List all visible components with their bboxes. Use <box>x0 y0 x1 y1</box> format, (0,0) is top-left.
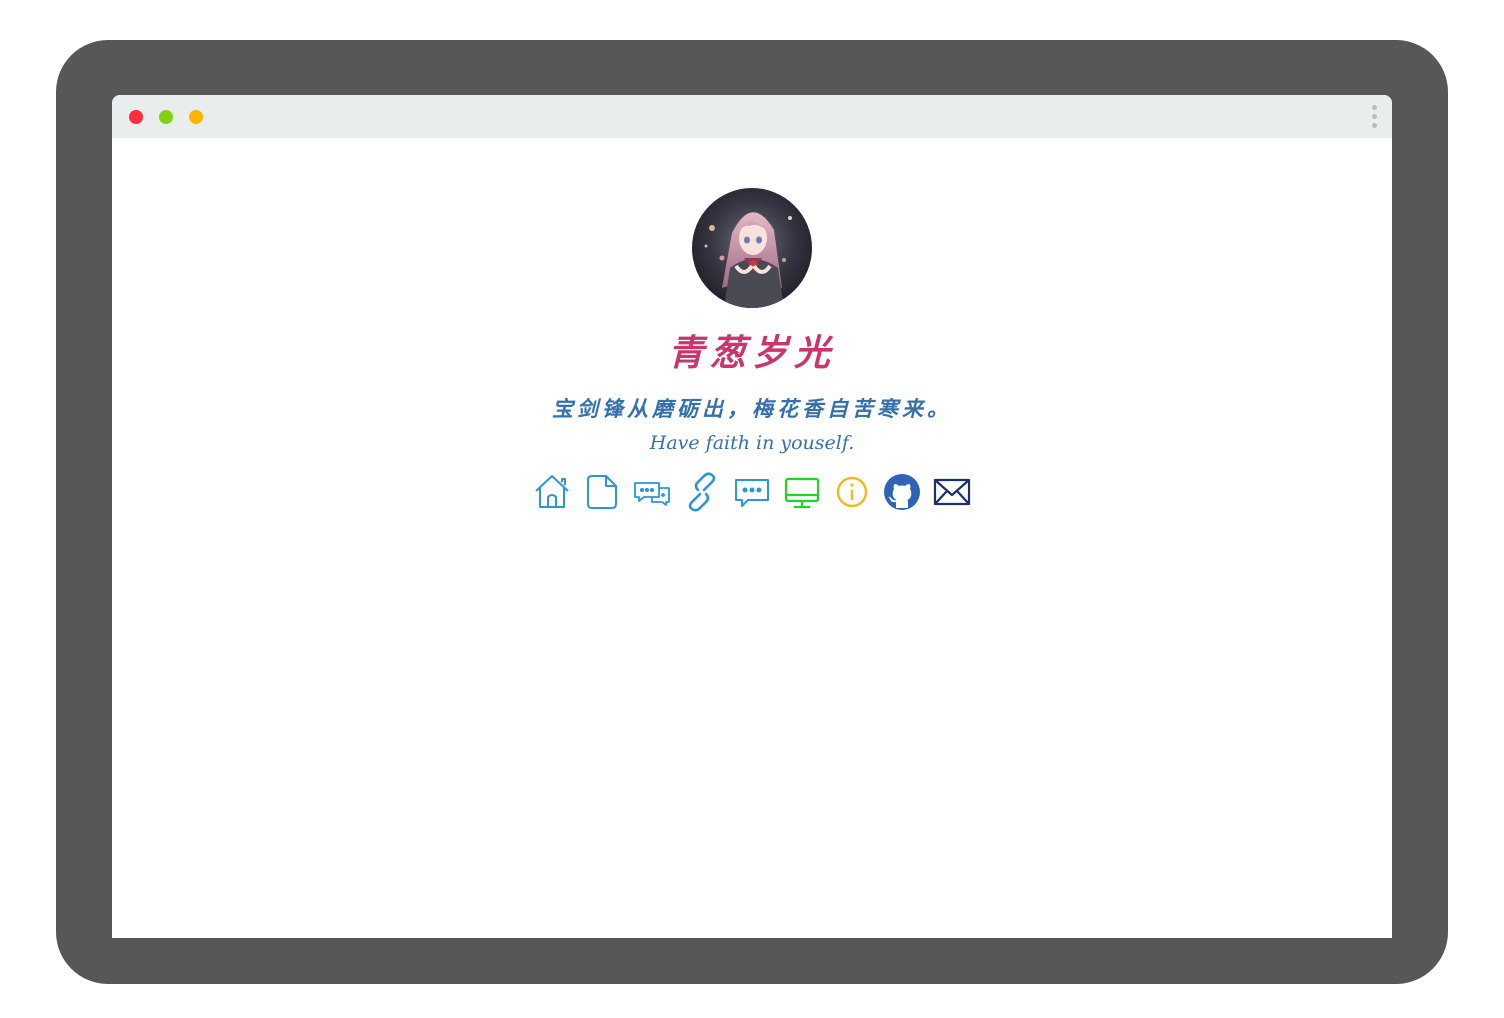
monitor-icon[interactable] <box>782 472 822 512</box>
motto-english: Have faith in youself. <box>649 432 855 454</box>
social-links <box>532 472 972 512</box>
github-icon[interactable] <box>882 472 922 512</box>
site-title: 青葱岁光 <box>667 332 836 374</box>
window-titlebar <box>112 95 1392 138</box>
close-window-button[interactable] <box>129 110 143 124</box>
mail-icon[interactable] <box>932 472 972 512</box>
motto-chinese: 宝剑锋从磨砺出，梅花香自苦寒来。 <box>552 396 952 421</box>
link-icon[interactable] <box>682 472 722 512</box>
anime-avatar-image[interactable] <box>692 188 812 308</box>
home-icon[interactable] <box>532 472 572 512</box>
kebab-menu-icon[interactable] <box>1368 105 1380 129</box>
minimize-window-button[interactable] <box>159 110 173 124</box>
message-icon[interactable] <box>732 472 772 512</box>
browser-window: 青葱岁光 宝剑锋从磨砺出，梅花香自苦寒来。 Have faith in yous… <box>112 95 1392 938</box>
chat-bubbles-icon[interactable] <box>632 472 672 512</box>
maximize-window-button[interactable] <box>189 110 203 124</box>
info-icon[interactable] <box>832 472 872 512</box>
page-content: 青葱岁光 宝剑锋从磨砺出，梅花香自苦寒来。 Have faith in yous… <box>112 138 1392 938</box>
document-icon[interactable] <box>582 472 622 512</box>
